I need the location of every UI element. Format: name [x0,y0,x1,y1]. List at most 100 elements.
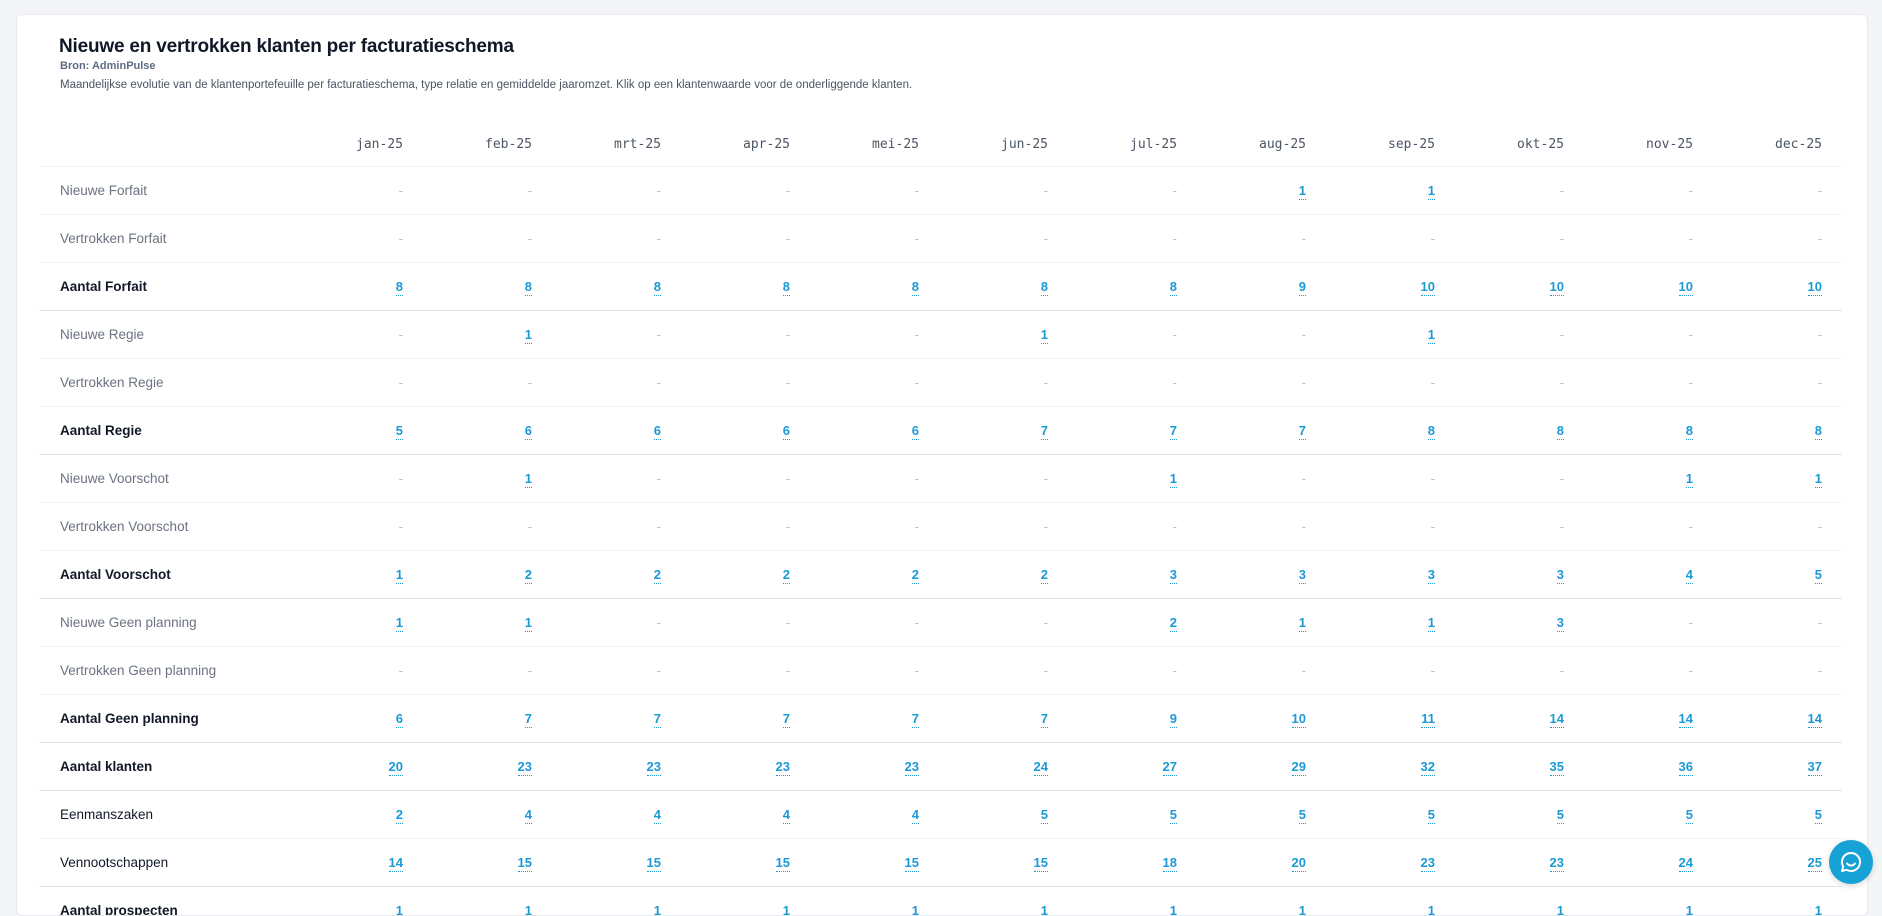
client-count-link[interactable]: 5 [1299,807,1306,824]
client-count-link[interactable]: 5 [1428,807,1435,824]
client-count-link[interactable]: 14 [1679,711,1693,728]
client-count-link[interactable]: 4 [912,807,919,824]
chat-button[interactable] [1829,840,1873,884]
client-count-link[interactable]: 5 [1557,807,1564,824]
client-count-link[interactable]: 7 [1299,423,1306,440]
client-count-link[interactable]: 18 [1163,855,1177,872]
client-count-link[interactable]: 2 [912,567,919,584]
client-count-link[interactable]: 1 [1299,183,1306,200]
client-count-link[interactable]: 1 [1170,903,1177,916]
client-count-link[interactable]: 6 [912,423,919,440]
client-count-link[interactable]: 35 [1550,759,1564,776]
client-count-link[interactable]: 36 [1679,759,1693,776]
client-count-link[interactable]: 4 [783,807,790,824]
client-count-link[interactable]: 10 [1808,279,1822,296]
client-count-link[interactable]: 8 [654,279,661,296]
client-count-link[interactable]: 1 [1041,903,1048,916]
client-count-link[interactable]: 10 [1679,279,1693,296]
client-count-link[interactable]: 24 [1679,855,1693,872]
client-count-link[interactable]: 1 [396,903,403,916]
client-count-link[interactable]: 37 [1808,759,1822,776]
client-count-link[interactable]: 5 [1815,567,1822,584]
client-count-link[interactable]: 8 [1428,423,1435,440]
client-count-link[interactable]: 1 [396,567,403,584]
client-count-link[interactable]: 5 [1041,807,1048,824]
client-count-link[interactable]: 6 [654,423,661,440]
client-count-link[interactable]: 1 [783,903,790,916]
client-count-link[interactable]: 2 [654,567,661,584]
client-count-link[interactable]: 4 [525,807,532,824]
client-count-link[interactable]: 2 [396,807,403,824]
client-count-link[interactable]: 10 [1421,279,1435,296]
client-count-link[interactable]: 14 [389,855,403,872]
client-count-link[interactable]: 2 [1170,615,1177,632]
client-count-link[interactable]: 1 [1299,903,1306,916]
client-count-link[interactable]: 20 [1292,855,1306,872]
client-count-link[interactable]: 32 [1421,759,1435,776]
client-count-link[interactable]: 23 [905,759,919,776]
client-count-link[interactable]: 1 [1428,615,1435,632]
client-count-link[interactable]: 1 [525,903,532,916]
client-count-link[interactable]: 7 [1170,423,1177,440]
client-count-link[interactable]: 14 [1808,711,1822,728]
client-count-link[interactable]: 9 [1299,279,1306,296]
client-count-link[interactable]: 5 [1170,807,1177,824]
client-count-link[interactable]: 3 [1557,567,1564,584]
client-count-link[interactable]: 7 [1041,711,1048,728]
client-count-link[interactable]: 15 [647,855,661,872]
client-count-link[interactable]: 3 [1170,567,1177,584]
client-count-link[interactable]: 25 [1808,855,1822,872]
client-count-link[interactable]: 1 [1815,903,1822,916]
client-count-link[interactable]: 8 [1041,279,1048,296]
client-count-link[interactable]: 23 [518,759,532,776]
client-count-link[interactable]: 15 [776,855,790,872]
client-count-link[interactable]: 6 [525,423,532,440]
client-count-link[interactable]: 1 [912,903,919,916]
client-count-link[interactable]: 7 [912,711,919,728]
client-count-link[interactable]: 3 [1428,567,1435,584]
client-count-link[interactable]: 7 [1041,423,1048,440]
client-count-link[interactable]: 1 [1428,183,1435,200]
client-count-link[interactable]: 3 [1557,615,1564,632]
client-count-link[interactable]: 1 [1041,327,1048,344]
client-count-link[interactable]: 8 [525,279,532,296]
client-count-link[interactable]: 7 [783,711,790,728]
client-count-link[interactable]: 5 [1815,807,1822,824]
client-count-link[interactable]: 8 [1686,423,1693,440]
client-count-link[interactable]: 1 [1815,471,1822,488]
client-count-link[interactable]: 1 [1428,903,1435,916]
client-count-link[interactable]: 3 [1299,567,1306,584]
client-count-link[interactable]: 8 [783,279,790,296]
client-count-link[interactable]: 2 [783,567,790,584]
client-count-link[interactable]: 1 [1170,471,1177,488]
client-count-link[interactable]: 5 [1686,807,1693,824]
client-count-link[interactable]: 6 [783,423,790,440]
client-count-link[interactable]: 1 [525,327,532,344]
client-count-link[interactable]: 1 [525,471,532,488]
client-count-link[interactable]: 10 [1292,711,1306,728]
client-count-link[interactable]: 27 [1163,759,1177,776]
client-count-link[interactable]: 4 [1686,567,1693,584]
client-count-link[interactable]: 2 [1041,567,1048,584]
client-count-link[interactable]: 1 [1428,327,1435,344]
client-count-link[interactable]: 14 [1550,711,1564,728]
client-count-link[interactable]: 15 [1034,855,1048,872]
client-count-link[interactable]: 1 [1557,903,1564,916]
client-count-link[interactable]: 24 [1034,759,1048,776]
client-count-link[interactable]: 10 [1550,279,1564,296]
client-count-link[interactable]: 23 [776,759,790,776]
client-count-link[interactable]: 1 [396,615,403,632]
client-count-link[interactable]: 1 [525,615,532,632]
client-count-link[interactable]: 8 [1815,423,1822,440]
client-count-link[interactable]: 20 [389,759,403,776]
client-count-link[interactable]: 7 [654,711,661,728]
client-count-link[interactable]: 15 [518,855,532,872]
client-count-link[interactable]: 23 [647,759,661,776]
client-count-link[interactable]: 6 [396,711,403,728]
client-count-link[interactable]: 1 [654,903,661,916]
client-count-link[interactable]: 8 [1557,423,1564,440]
client-count-link[interactable]: 4 [654,807,661,824]
client-count-link[interactable]: 23 [1550,855,1564,872]
client-count-link[interactable]: 8 [1170,279,1177,296]
client-count-link[interactable]: 5 [396,423,403,440]
